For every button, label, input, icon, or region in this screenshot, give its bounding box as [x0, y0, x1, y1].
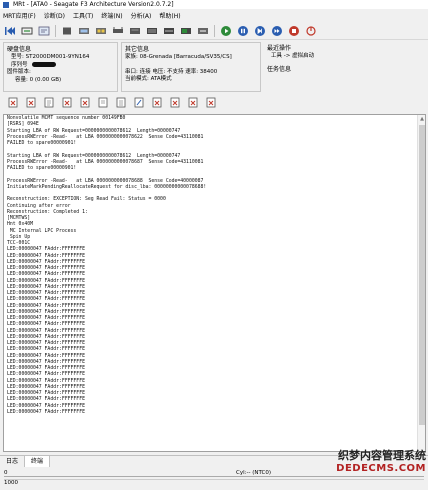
- capacity-icon[interactable]: [180, 25, 192, 37]
- stop-icon[interactable]: [288, 25, 300, 37]
- log-scrollbar[interactable]: ▲: [417, 115, 425, 451]
- refresh-log-icon[interactable]: [170, 97, 181, 108]
- module-icon[interactable]: [95, 25, 107, 37]
- status-text: Cyl:-- (NTC0): [236, 470, 271, 476]
- copy-log-icon[interactable]: [98, 97, 109, 108]
- log-toolbar: [0, 93, 428, 111]
- log-line: LED:00000047 FAddr:FFFFFFFE: [7, 409, 85, 415]
- step-icon[interactable]: [254, 25, 266, 37]
- watermark-line1: 织梦内容管理系统: [338, 449, 426, 462]
- chip-icon[interactable]: [61, 25, 73, 37]
- recent-op-item[interactable]: 工具 -> 虚拟启动: [267, 53, 416, 61]
- ruler-tick-1000: 1000: [4, 480, 18, 486]
- pause-icon[interactable]: [237, 25, 249, 37]
- drive-serial: 序列号: [7, 61, 114, 70]
- adapter-icon[interactable]: [112, 25, 124, 37]
- search-log-icon[interactable]: [152, 97, 163, 108]
- info-panels: 硬盘信息 型号: ST2000DM001-9YN164 序列号 固件版本: 容量…: [3, 42, 425, 92]
- serial-redaction: [31, 61, 56, 67]
- save-log-icon[interactable]: [44, 97, 55, 108]
- task-info-header: 任务信息: [267, 65, 292, 73]
- log-area[interactable]: Nonvolatile MCMT sequence number 00149FB…: [3, 114, 426, 452]
- drive-firmware: 固件版本:: [7, 69, 31, 75]
- menu-tools[interactable]: 工具(T): [73, 11, 93, 20]
- close-log-icon[interactable]: [206, 97, 217, 108]
- filter-log-icon[interactable]: [62, 97, 73, 108]
- menu-analysis[interactable]: 分析(A): [131, 11, 152, 20]
- app-icon: [3, 1, 9, 8]
- menu-mrt-app[interactable]: MRT应用(F): [3, 11, 36, 20]
- main-toolbar: [0, 22, 428, 40]
- drive-info-header: 硬盘信息: [7, 46, 32, 53]
- scroll-thumb[interactable]: [419, 125, 425, 425]
- tab-log[interactable]: 日志: [0, 456, 26, 467]
- toolbar-separator: [55, 24, 56, 37]
- drive-family: 家族: 08-Grenada [Barracuda/SV35/CS]: [125, 54, 232, 60]
- play-icon[interactable]: [220, 25, 232, 37]
- skip-back-icon[interactable]: [4, 25, 16, 37]
- tab-terminal[interactable]: 终端: [25, 456, 51, 467]
- other-info-panel: 其它信息 家族: 08-Grenada [Barracuda/SV35/CS] …: [121, 42, 261, 92]
- print-log-icon[interactable]: [116, 97, 127, 108]
- menu-diagnose[interactable]: 诊断(D): [44, 11, 65, 20]
- watermark-line2: DEDECMS.COM: [336, 463, 426, 474]
- current-mode: 当前模式: ATA模式: [125, 76, 172, 82]
- clear-log-icon[interactable]: [8, 97, 19, 108]
- drive-model: 型号: ST2000DM001-9YN164: [11, 54, 90, 60]
- title-bar: MRt - [ATA0 - Seagate F3 Architecture Ve…: [0, 0, 428, 9]
- skip-icon[interactable]: [271, 25, 283, 37]
- window-title: MRt - [ATA0 - Seagate F3 Architecture Ve…: [13, 1, 174, 8]
- side-panel: 最近操作 工具 -> 虚拟启动 任务信息: [264, 42, 419, 92]
- drive-info-panel: 硬盘信息 型号: ST2000DM001-9YN164 序列号 固件版本: 容量…: [3, 42, 118, 92]
- scroll-up-icon[interactable]: ▲: [418, 115, 425, 123]
- reset-icon[interactable]: [38, 25, 50, 37]
- firmware-icon[interactable]: [197, 25, 209, 37]
- menu-help[interactable]: 帮助(H): [159, 11, 180, 20]
- recent-ops-header: 最近操作: [267, 45, 292, 52]
- rom-icon[interactable]: [78, 25, 90, 37]
- drive-capacity: 容量: 0 (0.00 GB): [15, 76, 62, 83]
- watermark: 织梦内容管理系统 DEDECMS.COM: [336, 447, 426, 474]
- settings-log-icon[interactable]: [188, 97, 199, 108]
- export-log-icon[interactable]: [80, 97, 91, 108]
- head-map-icon[interactable]: [146, 25, 158, 37]
- power-icon[interactable]: [305, 25, 317, 37]
- log-text: Nonvolatile MCMT sequence number 00149FB…: [7, 116, 415, 416]
- status-bottom: 1000: [4, 479, 424, 488]
- delete-log-icon[interactable]: [26, 97, 37, 108]
- connect-icon[interactable]: [21, 25, 33, 37]
- menu-bar: MRT应用(F) 诊断(D) 工具(T) 终端(N) 分析(A) 帮助(H): [0, 10, 428, 20]
- edit-log-icon[interactable]: [134, 97, 145, 108]
- memory-icon[interactable]: [129, 25, 141, 37]
- ruler-tick-0: 0: [4, 470, 8, 476]
- serial-label: 序列号: [11, 61, 28, 68]
- toolbar-separator: [214, 24, 215, 37]
- other-info-header: 其它信息: [125, 46, 150, 53]
- port-status: 串口: 连接 电压: 不支持 速率: 38400: [125, 68, 218, 75]
- sector-icon[interactable]: [163, 25, 175, 37]
- menu-terminal[interactable]: 终端(N): [101, 11, 122, 20]
